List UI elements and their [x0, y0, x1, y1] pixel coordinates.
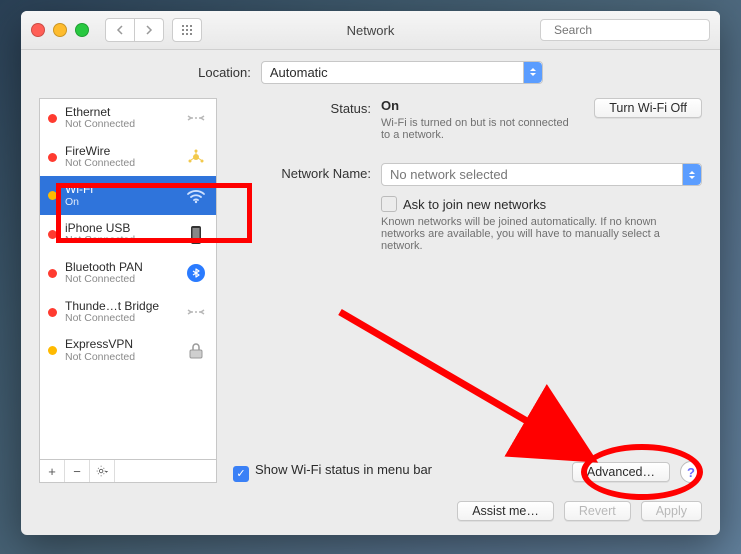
sidebar-item-ethernet[interactable]: Ethernet Not Connected [40, 99, 216, 138]
chevron-left-icon [116, 25, 124, 35]
service-name: ExpressVPN [65, 338, 176, 351]
ethernet-icon [184, 302, 208, 322]
sidebar-item-firewire[interactable]: FireWire Not Connected [40, 138, 216, 177]
sidebar-item-thunderbolt-bridge[interactable]: Thunde…t Bridge Not Connected [40, 293, 216, 332]
bluetooth-icon [184, 263, 208, 283]
location-select[interactable]: Automatic [261, 61, 543, 84]
service-list-footer: + − [39, 459, 217, 483]
service-status: Not Connected [65, 274, 176, 286]
service-sidebar: Ethernet Not Connected FireWire Not Conn… [39, 98, 217, 483]
service-action-menu[interactable] [90, 460, 115, 482]
service-name: FireWire [65, 145, 176, 158]
ask-to-join-description: Known networks will be joined automatica… [381, 216, 661, 252]
nav-back-forward [105, 18, 164, 42]
network-preferences-window: Network Location: Automatic Et [21, 11, 720, 535]
back-button[interactable] [105, 18, 135, 42]
ask-to-join-label: Ask to join new networks [403, 197, 546, 212]
iphone-icon [184, 225, 208, 245]
status-dot-icon [48, 269, 57, 278]
location-label: Location: [198, 65, 251, 80]
footer-buttons: Assist me… Revert Apply [21, 495, 720, 535]
service-name: Thunde…t Bridge [65, 300, 176, 313]
wifi-icon [184, 186, 208, 206]
service-list[interactable]: Ethernet Not Connected FireWire Not Conn… [39, 98, 217, 459]
location-row: Location: Automatic [21, 50, 720, 94]
service-status: Not Connected [65, 158, 176, 170]
show-status-label: Show Wi-Fi status in menu bar [255, 462, 432, 477]
show-all-button[interactable] [172, 18, 202, 42]
ethernet-icon [184, 108, 208, 128]
sidebar-item-bluetooth-pan[interactable]: Bluetooth PAN Not Connected [40, 254, 216, 293]
chevron-updown-icon [523, 62, 542, 83]
search-input[interactable] [552, 22, 711, 38]
detail-pane: Status: On Wi-Fi is turned on but is not… [233, 98, 702, 483]
ask-to-join-checkbox[interactable]: Ask to join new networks [381, 197, 546, 212]
assist-me-button[interactable]: Assist me… [457, 501, 554, 521]
status-value: On [381, 98, 574, 113]
wifi-toggle-button[interactable]: Turn Wi-Fi Off [594, 98, 702, 118]
help-button[interactable]: ? [680, 461, 702, 483]
show-status-checkbox[interactable]: Show Wi-Fi status in menu bar [233, 462, 432, 483]
chevron-updown-icon [682, 164, 701, 185]
checkbox-icon [381, 196, 397, 212]
chevron-right-icon [145, 25, 153, 35]
network-name-select[interactable]: No network selected [381, 163, 702, 186]
service-status: On [65, 197, 176, 209]
status-label: Status: [233, 98, 381, 141]
service-status: Not Connected [65, 119, 176, 131]
status-dot-icon [48, 114, 57, 123]
status-dot-icon [48, 191, 57, 200]
sidebar-item-iphone-usb[interactable]: iPhone USB Not Connected [40, 215, 216, 254]
gear-icon [95, 464, 109, 478]
service-name: Wi-Fi [65, 183, 176, 196]
network-name-label: Network Name: [233, 163, 381, 252]
titlebar: Network [21, 11, 720, 50]
apply-button[interactable]: Apply [641, 501, 702, 521]
lock-icon [184, 341, 208, 361]
sidebar-item-expressvpn[interactable]: ExpressVPN Not Connected [40, 331, 216, 370]
grid-icon [181, 24, 193, 36]
network-name-value: No network selected [390, 167, 508, 182]
forward-button[interactable] [135, 18, 164, 42]
add-service-button[interactable]: + [40, 460, 65, 482]
location-value: Automatic [270, 65, 328, 80]
status-dot-icon [48, 230, 57, 239]
status-dot-icon [48, 153, 57, 162]
checkbox-checked-icon [233, 466, 249, 482]
revert-button[interactable]: Revert [564, 501, 631, 521]
sidebar-item-wifi[interactable]: Wi-Fi On [40, 176, 216, 215]
status-dot-icon [48, 308, 57, 317]
firewire-icon [184, 147, 208, 167]
search-field[interactable] [540, 19, 710, 41]
service-status: Not Connected [65, 352, 176, 364]
close-window-button[interactable] [31, 23, 45, 37]
status-dot-icon [48, 346, 57, 355]
status-description: Wi-Fi is turned on but is not connected … [381, 117, 574, 141]
service-status: Not Connected [65, 313, 176, 325]
window-controls [31, 23, 89, 37]
minimize-window-button[interactable] [53, 23, 67, 37]
zoom-window-button[interactable] [75, 23, 89, 37]
advanced-button[interactable]: Advanced… [572, 462, 670, 482]
remove-service-button[interactable]: − [65, 460, 90, 482]
service-status: Not Connected [65, 235, 176, 247]
